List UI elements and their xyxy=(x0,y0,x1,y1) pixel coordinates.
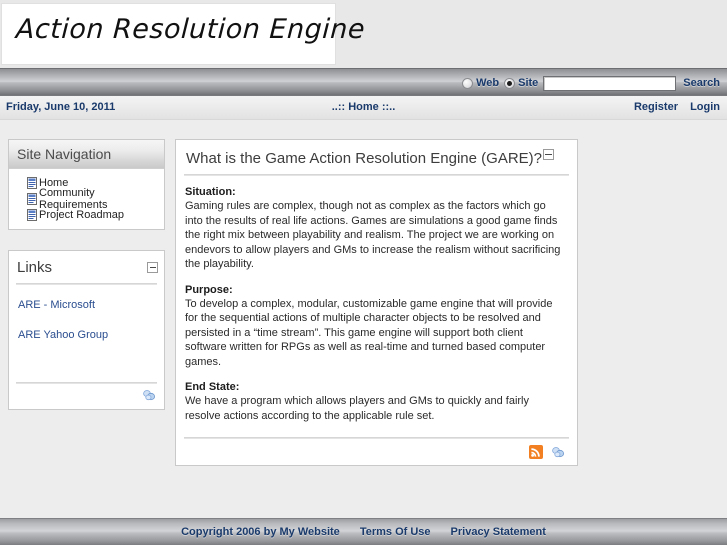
search-bar: Web Site Search xyxy=(0,68,727,96)
link-are-microsoft[interactable]: ARE - Microsoft xyxy=(18,299,164,311)
main-panel-footer xyxy=(176,437,577,459)
breadcrumb-suffix: ::.. xyxy=(381,101,396,113)
links-panel-title: Links xyxy=(17,258,53,276)
main-footer-actions xyxy=(176,445,577,459)
divider xyxy=(16,382,157,384)
search-scope-web[interactable]: Web xyxy=(462,77,499,89)
search-scope-site[interactable]: Site xyxy=(504,77,538,89)
page-root: Action Resolution Engine Web Site Search… xyxy=(0,0,727,545)
site-logo-text: Action Resolution Engine xyxy=(15,14,366,45)
breadcrumb: ..:: Home ::.. xyxy=(0,101,727,113)
page-title: What is the Game Action Resolution Engin… xyxy=(186,150,543,167)
minus-icon[interactable] xyxy=(147,262,158,273)
section-label: Purpose: xyxy=(185,283,233,296)
search-scope-web-label: Web xyxy=(476,77,500,89)
links-list: ARE - Microsoft ARE Yahoo Group xyxy=(9,285,164,341)
rss-icon[interactable] xyxy=(529,445,543,459)
sidebar-item-label: Project Roadmap xyxy=(39,208,124,221)
breadcrumb-prefix: ..:: xyxy=(331,101,346,113)
section-text: We have a program which allows players a… xyxy=(185,395,530,422)
footer-terms-link[interactable]: Terms Of Use xyxy=(360,526,431,538)
logo-container: Action Resolution Engine xyxy=(1,3,366,65)
content-area: Site Navigation Home Community Requireme… xyxy=(0,120,727,518)
radio-site-icon[interactable] xyxy=(504,77,516,89)
main-content-panel: What is the Game Action Resolution Engin… xyxy=(175,139,578,466)
login-link[interactable]: Login xyxy=(690,101,720,113)
links-panel-footer xyxy=(9,382,164,405)
search-button[interactable]: Search xyxy=(683,77,720,89)
search-controls: Web Site Search xyxy=(462,69,720,97)
section-purpose: Purpose: To develop a complex, modular, … xyxy=(185,284,565,370)
site-navigation-list: Home Community Requirements Project Road… xyxy=(9,169,164,222)
search-scope-site-label: Site xyxy=(518,77,539,89)
section-text: To develop a complex, modular, customiza… xyxy=(185,297,553,368)
link-are-yahoo-group[interactable]: ARE Yahoo Group xyxy=(18,329,164,341)
site-navigation-header: Site Navigation xyxy=(9,140,164,169)
account-links: Register Login xyxy=(625,101,720,113)
site-header: Action Resolution Engine xyxy=(0,0,727,68)
footer-privacy-link[interactable]: Privacy Statement xyxy=(451,526,546,538)
section-end-state: End State: We have a program which allow… xyxy=(185,381,565,423)
register-link[interactable]: Register xyxy=(634,101,678,113)
links-panel: Links ARE - Microsoft ARE Yahoo Group xyxy=(8,250,165,410)
section-label: Situation: xyxy=(185,186,236,198)
sidebar-item-community-requirements[interactable]: Community Requirements xyxy=(27,187,164,211)
search-input[interactable] xyxy=(543,75,677,91)
section-situation: Situation: Gaming rules are complex, tho… xyxy=(185,186,565,272)
links-footer-actions xyxy=(9,388,164,405)
print-icon[interactable] xyxy=(142,388,156,402)
site-footer: Copyright 2006 by My Website Terms Of Us… xyxy=(0,518,727,545)
main-panel-header: What is the Game Action Resolution Engin… xyxy=(176,140,577,167)
document-icon xyxy=(27,192,37,205)
document-icon xyxy=(27,176,37,189)
main-panel-body: Situation: Gaming rules are complex, tho… xyxy=(176,176,577,423)
site-navigation-panel: Site Navigation Home Community Requireme… xyxy=(8,139,165,230)
radio-web-icon[interactable] xyxy=(462,77,474,89)
site-navigation-title: Site Navigation xyxy=(17,146,112,162)
print-icon[interactable] xyxy=(551,445,565,459)
sidebar-item-label: Community Requirements xyxy=(39,186,108,211)
info-bar: Friday, June 10, 2011 ..:: Home ::.. Reg… xyxy=(0,96,727,120)
breadcrumb-link-home[interactable]: Home xyxy=(348,101,379,113)
divider xyxy=(184,437,569,439)
document-icon xyxy=(27,208,37,221)
minus-icon[interactable] xyxy=(543,149,555,160)
section-label: End State: xyxy=(185,381,240,393)
footer-copyright[interactable]: Copyright 2006 by My Website xyxy=(181,526,340,538)
links-panel-header: Links xyxy=(9,251,164,283)
section-text: Gaming rules are complex, though not as … xyxy=(185,200,561,270)
